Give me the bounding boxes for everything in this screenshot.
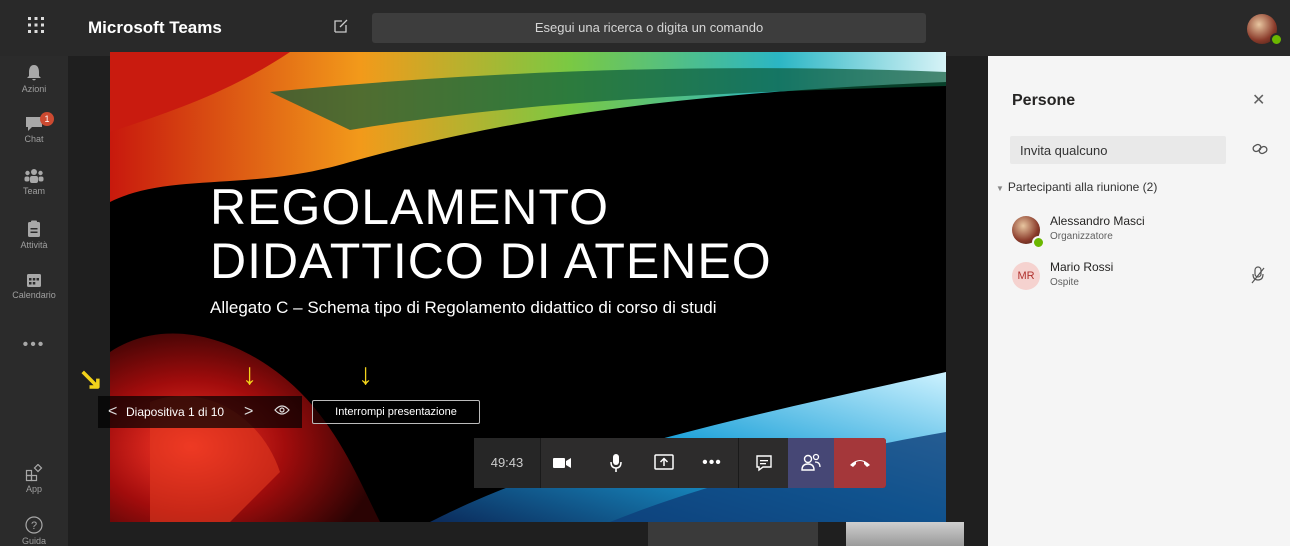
panel-title: Persone [1012,92,1076,109]
meeting-stage: REGOLAMENTO DIDATTICO DI ATENEO Allegato… [68,52,988,546]
presence-available-icon [1032,236,1045,249]
people-panel: Persone ✕ Invita qualcuno ▼ Partecipanti … [988,56,1290,546]
svg-text:?: ? [31,520,37,532]
copy-link-icon[interactable] [1252,142,1268,161]
stop-presenting-button[interactable]: Interrompi presentazione [312,400,480,424]
avatar-initials: MR [1017,270,1035,282]
conversation-icon [756,455,772,472]
slide-title: REGOLAMENTO DIDATTICO DI ATENEO [210,179,772,289]
rail-label: Team [22,186,45,196]
more-icon: ••• [22,336,46,353]
assignments-icon [28,220,40,237]
calendar-icon [27,274,41,287]
previous-slide-button[interactable]: < [108,403,117,421]
top-bar: Microsoft Teams Esegui una ricerca o dig… [0,0,1290,56]
rail-label: Guida [21,536,47,546]
rail-item-more[interactable]: ••• [0,336,68,354]
chat-toggle-button[interactable] [746,438,782,488]
call-controls-bar: 49:43 ••• [474,438,886,488]
participant-name: Mario Rossi [1050,260,1114,274]
annotation-arrow: ↘ [78,363,104,396]
hang-up-button[interactable] [834,438,886,488]
rail-item-chat[interactable]: Chat 1 [0,112,68,144]
search-input[interactable]: Esegui una ricerca o digita un comando [372,13,926,43]
more-icon: ••• [702,454,722,471]
new-chat-icon[interactable] [332,17,354,39]
rail-item-assignments[interactable]: Attività [0,220,68,250]
more-actions-button[interactable]: ••• [694,438,730,488]
unread-badge: 1 [40,112,54,126]
rail-item-teams[interactable]: Team [0,168,68,196]
rail-label: Chat [24,134,44,144]
participant-name: Alessandro Masci [1050,214,1145,228]
microphone-icon [610,454,622,472]
slide-subtitle: Allegato C – Schema tipo di Regolamento … [210,298,717,317]
teams-icon [24,169,44,183]
rail-item-apps[interactable]: App [0,464,68,494]
video-thumbnail[interactable] [648,522,818,546]
app-launcher-icon[interactable] [20,12,52,44]
apps-icon [25,464,43,482]
slide-counter: Diapositiva 1 di 10 [126,405,225,419]
close-icon[interactable]: ✕ [1252,90,1265,110]
participant-row[interactable]: Alessandro Masci Organizzatore [1000,214,1280,254]
invite-input[interactable]: Invita qualcuno [1010,136,1226,164]
next-slide-button[interactable]: > [244,403,253,421]
presence-available-icon [1270,33,1283,46]
bell-icon [27,65,41,81]
hang-up-icon [850,460,870,467]
rail-item-calendar[interactable]: Calendario [0,272,68,300]
help-icon: ? [25,516,43,534]
avatar: MR [1012,262,1040,290]
divider [540,438,541,488]
call-timer: 49:43 [474,438,540,488]
rail-label: Azioni [21,84,47,94]
microphone-button[interactable] [598,438,634,488]
participant-role: Organizzatore [1050,231,1113,242]
video-camera-icon [553,458,571,468]
participants-toggle-button[interactable] [788,438,834,488]
annotation-arrow: ↓ [242,358,257,391]
annotation-arrow: ↓ [358,358,373,391]
video-thumbnail[interactable] [846,522,964,546]
microphone-muted-icon [1250,266,1266,289]
app-title: Microsoft Teams [88,18,222,37]
eye-icon[interactable] [274,404,290,419]
chevron-down-icon: ▼ [996,184,1004,193]
camera-button[interactable] [544,438,580,488]
rail-item-help[interactable]: ? Guida [0,516,68,546]
rail-item-activity[interactable]: Azioni [0,64,68,94]
divider [738,438,739,488]
rail-label: App [25,484,42,494]
share-button[interactable] [646,438,682,488]
slide-navigation: < Diapositiva 1 di 10 > [98,396,302,428]
people-icon [801,453,821,471]
participant-row[interactable]: MR Mario Rossi Ospite [1000,260,1280,300]
group-label: Partecipanti alla riunione (2) [1007,180,1158,194]
rail-label: Attività [20,240,48,250]
app-rail: Azioni Chat 1 Team Attività Calendario •… [0,56,68,546]
participants-group-header[interactable]: ▼ Partecipanti alla riunione (2) [996,180,1157,194]
share-screen-icon [654,454,674,470]
rail-label: Calendario [12,290,56,300]
participant-role: Ospite [1050,277,1079,288]
